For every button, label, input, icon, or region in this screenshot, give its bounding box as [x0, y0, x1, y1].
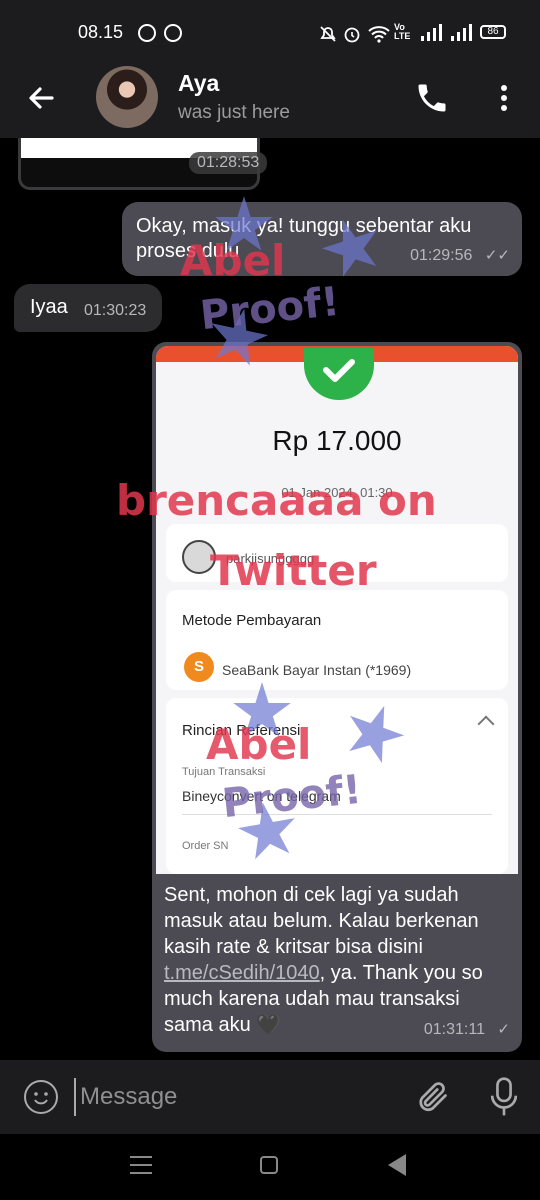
home-icon[interactable] — [260, 1156, 278, 1174]
outgoing-image-message[interactable]: Rp 17.000 01 Jan 2024, 01:30 parkjisungg… — [152, 342, 522, 1052]
recent-apps-icon[interactable] — [130, 1156, 152, 1174]
sent-check-icon: ✓ — [497, 1021, 510, 1038]
emoji-icon[interactable] — [24, 1080, 58, 1114]
nav-back-icon[interactable] — [388, 1154, 406, 1176]
chat-header: Aya was just here — [0, 62, 540, 138]
message-time: 01:29:56 — [410, 247, 473, 264]
message-time: 01:31:11 — [423, 1021, 485, 1038]
payment-method: SeaBank Bayar Instan (*1969) — [222, 662, 412, 678]
status-bar: 08.15 Vo LTE 86 — [0, 0, 540, 62]
message-time: 01:30:23 — [84, 302, 147, 319]
seabank-logo-icon: S — [184, 652, 214, 682]
reference-card: Rincian Referensi Tujuan Transaksi Biney… — [166, 698, 508, 874]
status-time: 08.15 — [78, 22, 124, 42]
receipt-amount: Rp 17.000 — [272, 425, 402, 456]
contact-status: was just here — [178, 102, 290, 123]
message-input[interactable] — [74, 1078, 394, 1116]
wifi-icon — [368, 24, 390, 49]
payment-method-card: Metode Pembayaran S SeaBank Bayar Instan… — [166, 590, 508, 690]
read-receipt-icon: ✓✓ — [484, 247, 510, 264]
message-text: Iyaa — [30, 296, 68, 318]
alarm-icon — [342, 24, 362, 49]
incoming-message[interactable]: Iyaa 01:30:23 — [14, 284, 162, 332]
purpose-label: Tujuan Transaksi — [182, 766, 266, 778]
message-time: 01:28:53 — [189, 152, 268, 174]
chevron-up-icon — [477, 715, 495, 733]
message-input-bar — [0, 1060, 540, 1134]
system-nav-bar — [0, 1134, 540, 1200]
message-time-wrap: 01:31:11 ✓ — [424, 1017, 510, 1042]
caption-text: Sent, mohon di cek lagi ya sudah masuk a… — [164, 884, 479, 958]
signal-icon-2 — [450, 24, 472, 47]
message-caption: Sent, mohon di cek lagi ya sudah masuk a… — [164, 882, 514, 1038]
sender-avatar — [182, 540, 216, 574]
receipt-image[interactable]: Rp 17.000 01 Jan 2024, 01:30 parkjisungg… — [156, 346, 518, 874]
sender-name: parkjisunggggg — [226, 551, 315, 566]
avatar[interactable] — [96, 66, 158, 128]
mute-icon — [318, 24, 338, 49]
back-arrow-icon[interactable] — [22, 78, 62, 118]
more-vert-icon[interactable] — [494, 80, 514, 116]
telegram-link[interactable]: t.me/cSedih/1040 — [164, 962, 320, 984]
receipt-date: 01 Jan 2024, 01:30 — [281, 485, 393, 500]
purpose-value: Bineyconvert on telegram — [182, 788, 341, 804]
call-icon[interactable] — [414, 80, 450, 116]
divider — [182, 814, 492, 815]
previous-image-message[interactable]: 01:28:53 — [18, 138, 268, 190]
card-title: Metode Pembayaran — [182, 612, 322, 629]
volte-icon: Vo LTE — [394, 22, 411, 41]
order-label: Order SN — [182, 840, 229, 852]
chat-area[interactable]: 01:28:53 Okay, masuk ya! tunggu sebentar… — [0, 138, 540, 1060]
success-check-icon — [304, 348, 374, 400]
outgoing-message[interactable]: Okay, masuk ya! tunggu sebentar aku pros… — [122, 202, 522, 276]
contact-name[interactable]: Aya — [178, 70, 219, 97]
signal-icon-1 — [420, 24, 442, 47]
message-time-wrap: 01:29:56 ✓✓ — [410, 243, 510, 268]
whatsapp-notification-icon — [138, 24, 156, 42]
receipt-sender-card: parkjisunggggg — [166, 524, 508, 582]
battery-indicator: 86 — [480, 25, 506, 39]
attach-icon[interactable] — [414, 1078, 450, 1116]
mic-icon[interactable] — [488, 1076, 520, 1118]
card-title: Rincian Referensi — [182, 722, 301, 739]
b-notification-icon — [164, 24, 182, 42]
